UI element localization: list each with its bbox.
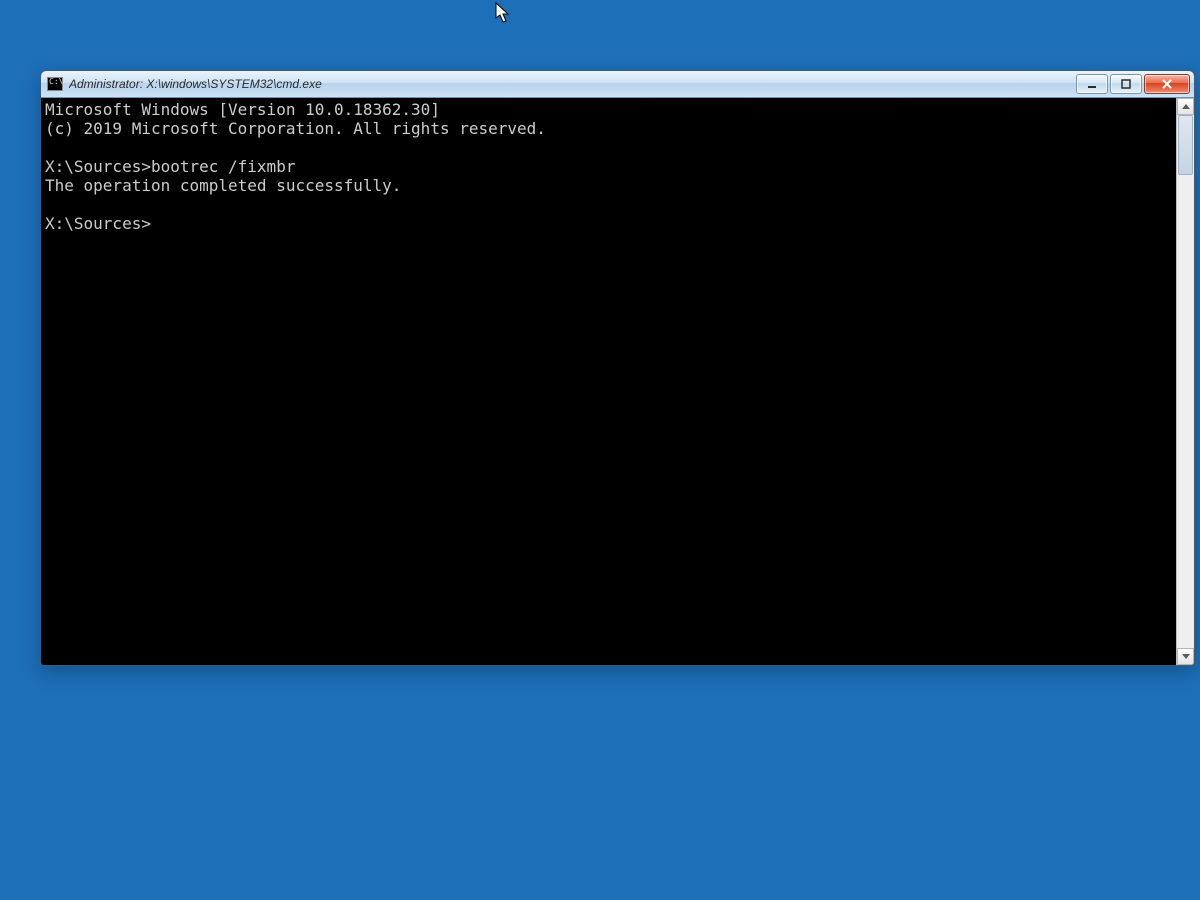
- minimize-button[interactable]: [1076, 74, 1108, 94]
- console-line: X:\Sources>bootrec /fixmbr: [45, 157, 1172, 176]
- minimize-icon: [1087, 79, 1097, 89]
- cmd-icon: [47, 76, 63, 92]
- mouse-cursor-icon: [495, 2, 511, 24]
- console-line: [45, 195, 1172, 214]
- close-icon: [1161, 79, 1173, 89]
- console-line: [45, 138, 1172, 157]
- console-line: Microsoft Windows [Version 10.0.18362.30…: [45, 100, 1172, 119]
- scroll-track[interactable]: [1177, 115, 1194, 648]
- chevron-up-icon: [1182, 104, 1190, 109]
- console-line: X:\Sources>: [45, 214, 1172, 233]
- maximize-icon: [1121, 79, 1131, 89]
- cmd-window: Administrator: X:\windows\SYSTEM32\cmd.e…: [40, 70, 1195, 666]
- close-button[interactable]: [1144, 74, 1190, 94]
- scroll-thumb[interactable]: [1178, 115, 1193, 175]
- console-line: The operation completed successfully.: [45, 176, 1172, 195]
- window-title: Administrator: X:\windows\SYSTEM32\cmd.e…: [69, 77, 1070, 91]
- vertical-scrollbar[interactable]: [1176, 98, 1194, 665]
- scroll-down-button[interactable]: [1177, 648, 1194, 665]
- client-area: Microsoft Windows [Version 10.0.18362.30…: [41, 98, 1194, 665]
- maximize-button[interactable]: [1110, 74, 1142, 94]
- scroll-up-button[interactable]: [1177, 98, 1194, 115]
- chevron-down-icon: [1182, 654, 1190, 659]
- console-output[interactable]: Microsoft Windows [Version 10.0.18362.30…: [41, 98, 1176, 665]
- console-line: (c) 2019 Microsoft Corporation. All righ…: [45, 119, 1172, 138]
- caption-buttons: [1076, 74, 1190, 94]
- titlebar[interactable]: Administrator: X:\windows\SYSTEM32\cmd.e…: [41, 71, 1194, 98]
